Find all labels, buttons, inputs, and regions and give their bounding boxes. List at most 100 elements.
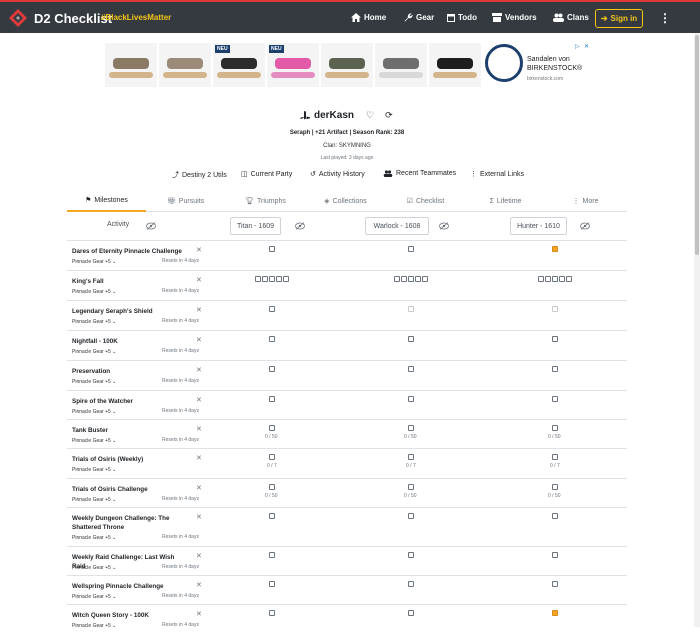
scrollbar-thumb[interactable] [695, 35, 699, 255]
link-recent-teammates[interactable]: Recent Teammates [383, 170, 456, 177]
row-reward[interactable]: Pinnacle Gear +5 ⌄ [72, 467, 116, 473]
ad-close-icon[interactable]: ✕ [584, 43, 589, 50]
warlock-checkbox[interactable] [408, 454, 414, 460]
link-activity-history[interactable]: ↺ Activity History [310, 170, 365, 179]
link-external-links[interactable]: ⋮ External Links [470, 170, 524, 179]
nav-vendors[interactable]: Vendors [492, 13, 537, 22]
titan-checkbox[interactable] [269, 581, 275, 587]
link-current-party[interactable]: ◫ Current Party [241, 170, 292, 179]
warlock-encounter-checkbox[interactable] [394, 276, 400, 282]
hunter-checkbox[interactable] [552, 513, 558, 519]
row-reward[interactable]: Pinnacle Gear +5 ⌄ [72, 259, 116, 265]
row-reward[interactable]: Pinnacle Gear +5 ⌄ [72, 409, 116, 415]
nav-home[interactable]: Home [351, 13, 386, 22]
brand-link[interactable]: D2 Checklist [8, 8, 112, 28]
eye-slash-icon[interactable] [295, 222, 305, 230]
hunter-encounter-checkbox[interactable] [566, 276, 572, 282]
warlock-checkbox[interactable] [408, 396, 414, 402]
warlock-column-header[interactable]: Warlock - 1608 [365, 217, 429, 235]
hide-row-icon[interactable]: ✕ [196, 513, 202, 521]
eye-slash-icon[interactable] [580, 222, 590, 230]
hashtag-link[interactable]: #BlackLivesMatter [101, 13, 171, 22]
tab-more[interactable]: ⋮ More [546, 190, 625, 212]
row-reward[interactable]: Pinnacle Gear +5 ⌄ [72, 319, 116, 325]
clan-name[interactable]: Clan: SKYMNING [0, 143, 694, 149]
titan-checkbox[interactable] [269, 484, 275, 490]
nav-todo[interactable]: Todo [447, 13, 477, 22]
hunter-checkbox[interactable] [552, 336, 558, 342]
warlock-checkbox[interactable] [408, 484, 414, 490]
tab-triumphs[interactable]: 🏆︎ Triumphs [226, 190, 305, 212]
adchoices-icon[interactable]: ▷ [575, 43, 580, 50]
ad-product-image[interactable] [375, 43, 427, 87]
hunter-checkbox[interactable] [552, 552, 558, 558]
ad-product-image[interactable] [105, 43, 157, 87]
tab-checklist[interactable]: ☑ Checklist [386, 190, 465, 212]
tab-milestones[interactable]: ⚑ Milestones [67, 190, 146, 212]
hide-row-icon[interactable]: ✕ [196, 336, 202, 344]
row-reward[interactable]: Pinnacle Gear +5 ⌄ [72, 438, 116, 444]
warlock-checkbox[interactable] [408, 366, 414, 372]
warlock-checkbox[interactable] [408, 552, 414, 558]
hide-row-icon[interactable]: ✕ [196, 425, 202, 433]
hunter-checkbox[interactable] [552, 425, 558, 431]
nav-gear[interactable]: Gear [404, 13, 434, 22]
row-reward[interactable]: Pinnacle Gear +5 ⌄ [72, 623, 116, 629]
titan-checkbox[interactable] [269, 454, 275, 460]
hunter-checkbox[interactable] [552, 246, 558, 252]
hunter-encounter-checkbox[interactable] [552, 276, 558, 282]
hide-row-icon[interactable]: ✕ [196, 396, 202, 404]
hunter-checkbox[interactable] [552, 454, 558, 460]
row-reward[interactable]: Pinnacle Gear +5 ⌄ [72, 535, 116, 541]
titan-checkbox[interactable] [269, 425, 275, 431]
warlock-checkbox[interactable] [408, 581, 414, 587]
refresh-icon[interactable]: ⟳ [385, 110, 393, 121]
hunter-encounter-checkbox[interactable] [545, 276, 551, 282]
hide-row-icon[interactable]: ✕ [196, 581, 202, 589]
hunter-checkbox[interactable] [552, 366, 558, 372]
row-reward[interactable]: Pinnacle Gear +5 ⌄ [72, 349, 116, 355]
hide-row-icon[interactable]: ✕ [196, 246, 202, 254]
hide-row-icon[interactable]: ✕ [196, 552, 202, 560]
titan-column-header[interactable]: Titan - 1609 [230, 217, 281, 235]
ad-product-image[interactable] [321, 43, 373, 87]
activity-header[interactable]: Activity [107, 221, 129, 228]
titan-encounter-checkbox[interactable] [269, 276, 275, 282]
hunter-checkbox[interactable] [552, 610, 558, 616]
hide-row-icon[interactable]: ✕ [196, 366, 202, 374]
eye-slash-icon[interactable] [439, 222, 449, 230]
ad-product-image[interactable]: NEU [213, 43, 265, 87]
titan-encounter-checkbox[interactable] [283, 276, 289, 282]
ad-product-image[interactable] [159, 43, 211, 87]
more-menu-icon[interactable]: ⋮ [659, 11, 671, 25]
titan-checkbox[interactable] [269, 306, 275, 312]
tab-lifetime[interactable]: Σ Lifetime [466, 190, 545, 212]
row-reward[interactable]: Pinnacle Gear +5 ⌄ [72, 289, 116, 295]
link-destiny-utils[interactable]: ⤴ Destiny 2 Utils [172, 170, 227, 180]
hide-row-icon[interactable]: ✕ [196, 306, 202, 314]
warlock-encounter-checkbox[interactable] [401, 276, 407, 282]
titan-checkbox[interactable] [269, 513, 275, 519]
tab-collections[interactable]: ◈ Collections [306, 190, 385, 212]
warlock-checkbox[interactable] [408, 425, 414, 431]
hunter-column-header[interactable]: Hunter - 1610 [510, 217, 567, 235]
row-reward[interactable]: Pinnacle Gear +5 ⌄ [72, 497, 116, 503]
row-reward[interactable]: Pinnacle Gear +5 ⌄ [72, 594, 116, 600]
ad-banner[interactable]: NEU NEU ▷ ✕ Sandalen von BIRKENSTOCK® bi… [105, 43, 589, 87]
warlock-encounter-checkbox[interactable] [422, 276, 428, 282]
warlock-checkbox[interactable] [408, 306, 414, 312]
titan-checkbox[interactable] [269, 610, 275, 616]
row-reward[interactable]: Pinnacle Gear +5 ⌄ [72, 379, 116, 385]
hunter-checkbox[interactable] [552, 306, 558, 312]
hunter-encounter-checkbox[interactable] [559, 276, 565, 282]
warlock-encounter-checkbox[interactable] [408, 276, 414, 282]
hide-row-icon[interactable]: ✕ [196, 484, 202, 492]
hunter-encounter-checkbox[interactable] [538, 276, 544, 282]
hide-row-icon[interactable]: ✕ [196, 610, 202, 618]
hunter-checkbox[interactable] [552, 484, 558, 490]
titan-encounter-checkbox[interactable] [255, 276, 261, 282]
ad-product-image[interactable]: NEU [267, 43, 319, 87]
hide-row-icon[interactable]: ✕ [196, 454, 202, 462]
titan-checkbox[interactable] [269, 552, 275, 558]
warlock-checkbox[interactable] [408, 336, 414, 342]
